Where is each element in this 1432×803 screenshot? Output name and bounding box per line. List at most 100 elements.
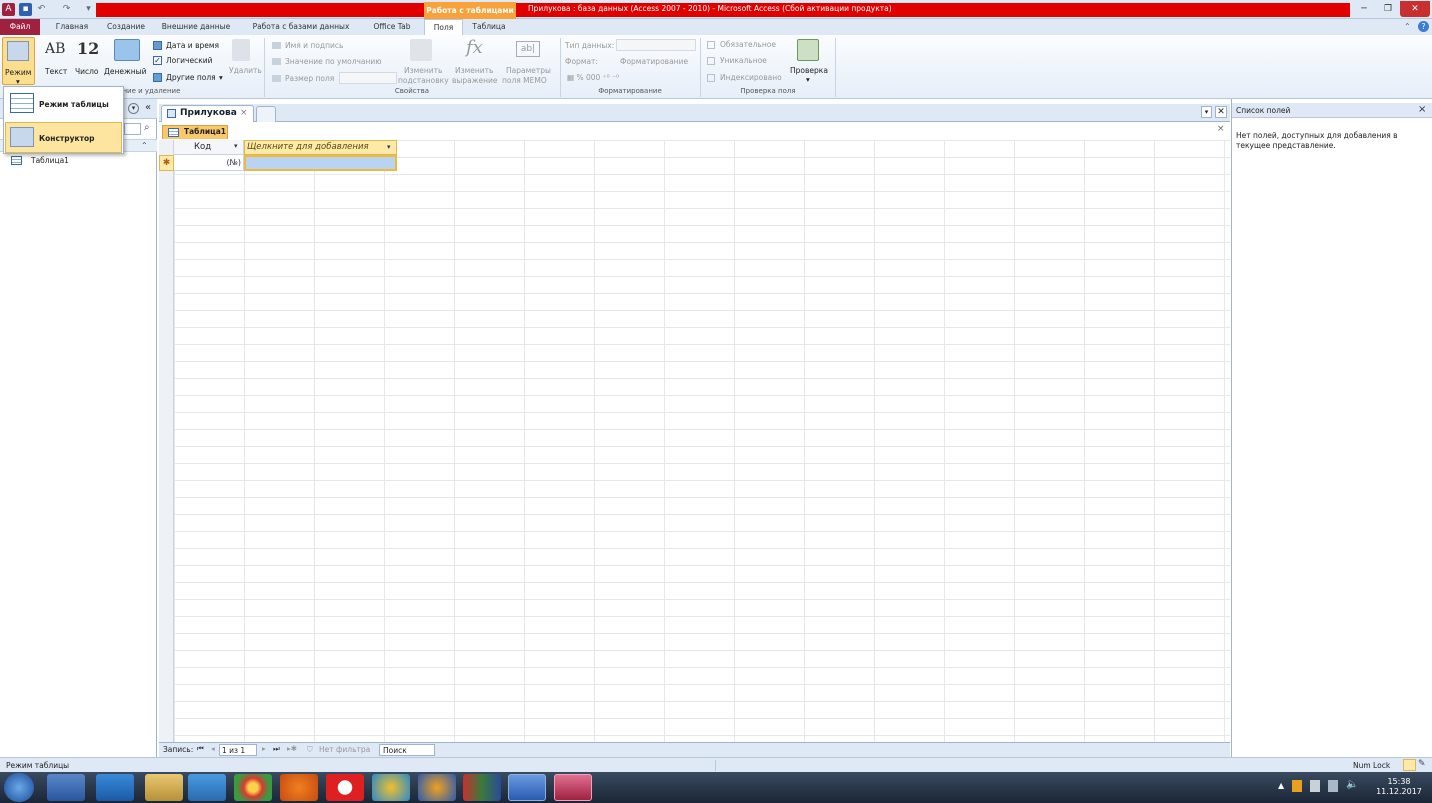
tab-create[interactable]: Создание [100, 19, 152, 35]
taskbar-app-word-icon[interactable] [508, 774, 546, 801]
tab-table[interactable]: Таблица [465, 19, 513, 35]
first-record-icon[interactable]: ⏮ [197, 744, 204, 754]
taskbar-app-player-icon[interactable] [280, 774, 318, 801]
tray-flag-icon[interactable] [1310, 780, 1320, 792]
new-record-icon[interactable]: ✱ [159, 155, 174, 171]
more-fields-button[interactable]: Другие поля [166, 73, 216, 82]
chevron-down-icon[interactable]: ▾ [234, 142, 238, 150]
start-button-icon[interactable] [4, 773, 34, 802]
modify-expression-button[interactable]: Изменить [455, 66, 493, 75]
new-tab-button[interactable] [256, 106, 276, 122]
modify-lookups-button[interactable]: Изменить [404, 66, 442, 75]
cell-new-id: (№) [226, 158, 241, 167]
previous-record-icon[interactable]: ◂ [211, 744, 215, 753]
delete-button[interactable]: Удалить [229, 66, 262, 75]
column-header-add-field[interactable]: Щелкните для добавления ▾ [244, 140, 397, 155]
close-window-icon[interactable]: ✕ [1400, 1, 1430, 17]
taskbar-app-firefox-icon[interactable] [418, 774, 456, 801]
taskbar-app-access-icon[interactable] [554, 774, 592, 801]
new-record-nav-icon[interactable]: ▸✱ [287, 744, 297, 753]
restore-icon[interactable]: ❐ [1376, 1, 1400, 17]
close-tab-icon[interactable]: × [240, 108, 248, 118]
close-pane-icon[interactable]: × [1418, 104, 1426, 115]
nav-menu-icon[interactable]: ▾ [128, 103, 139, 114]
database-icon [167, 109, 176, 118]
customize-quick-access-icon[interactable]: ▾ [82, 3, 95, 16]
chevron-down-icon[interactable]: ▾ [387, 143, 391, 151]
datasheet-view-icon[interactable] [1403, 759, 1416, 771]
access-icon[interactable]: A [2, 3, 15, 16]
list-item[interactable]: Таблица1 [10, 154, 150, 168]
close-document-icon[interactable]: ✕ [1215, 106, 1227, 118]
record-search-input[interactable]: Поиск [379, 744, 435, 756]
column-header-id[interactable]: Код ▾ [174, 140, 244, 155]
memo-settings-button[interactable]: Параметры [506, 66, 551, 75]
tab-object-table1[interactable]: Таблица1 [162, 125, 228, 139]
design-view-icon[interactable]: ✎ [1418, 759, 1430, 771]
collapse-group-icon[interactable]: ⌃ [141, 141, 148, 150]
next-record-icon[interactable]: ▸ [262, 744, 266, 753]
last-record-icon[interactable]: ⏭ [273, 744, 280, 754]
lookup-icon [410, 39, 432, 61]
unique-checkbox[interactable] [707, 57, 715, 65]
taskbar-app-chrome-icon[interactable] [234, 774, 272, 801]
table-icon [11, 156, 22, 165]
name-caption-button[interactable]: Имя и подпись [285, 41, 343, 50]
menu-item-design-view[interactable]: Конструктор [5, 122, 122, 153]
search-icon[interactable]: ⌕ [144, 122, 150, 133]
number-field-button[interactable]: Число [75, 67, 99, 76]
required-checkbox[interactable] [707, 41, 715, 49]
tray-expand-icon[interactable]: ▲ [1278, 781, 1284, 790]
tab-file[interactable]: Файл [0, 19, 40, 35]
current-record-input[interactable]: 1 из 1 [219, 744, 257, 756]
tray-clock[interactable]: 15:38 11.12.2017 [1374, 777, 1424, 797]
mode-button[interactable]: Режим ▾ [2, 37, 35, 86]
taskbar-app-explorer-icon[interactable] [145, 774, 183, 801]
tab-document-prilukova[interactable]: Прилукова × [161, 105, 254, 122]
table-row[interactable]: (№) [174, 155, 244, 171]
minimize-icon[interactable]: ─ [1352, 1, 1376, 17]
tab-home[interactable]: Главная [46, 19, 98, 35]
save-icon[interactable]: ▪ [19, 3, 32, 16]
tray-app-icon[interactable] [1292, 780, 1302, 792]
tray-volume-icon[interactable]: 🔈 [1346, 779, 1358, 790]
data-type-select[interactable] [616, 39, 696, 51]
logical-button[interactable]: Логический [166, 56, 213, 65]
nav-search-input[interactable] [124, 123, 141, 135]
selected-cell[interactable] [244, 155, 397, 171]
close-object-icon[interactable]: × [1217, 124, 1225, 134]
number-format-icons[interactable]: ▦ % 000 ⁺⁰ ⁻⁰ [567, 73, 619, 82]
ribbon-collapse-icon[interactable]: ⌃ [1404, 22, 1411, 31]
taskbar-app-yandex-icon[interactable] [326, 774, 364, 801]
tab-fields[interactable]: Поля [424, 19, 463, 35]
text-field-button[interactable]: Текст [45, 67, 67, 76]
tab-office-tab[interactable]: Office Tab [364, 19, 420, 35]
tab-database-tools[interactable]: Работа с базами данных [242, 19, 360, 35]
validation-button[interactable]: Проверка [790, 66, 828, 75]
field-list-title: Список полей [1236, 106, 1291, 115]
format-select[interactable]: Форматирование [620, 57, 688, 66]
datasheet-grid[interactable] [159, 140, 1230, 742]
redo-icon[interactable]: ↷ [60, 3, 73, 16]
ribbon: Режим ▾ AB Текст 12 Число Денежный Дата … [0, 35, 1432, 99]
undo-icon[interactable]: ↶ [35, 3, 48, 16]
status-mode-text: Режим таблицы [6, 761, 70, 770]
tab-list-chevron-icon[interactable]: ▾ [1201, 106, 1212, 118]
taskbar-app-browser-icon[interactable] [372, 774, 410, 801]
currency-field-button[interactable]: Денежный [104, 67, 146, 76]
indexed-checkbox[interactable] [707, 74, 715, 82]
taskbar-app-media-icon[interactable] [188, 774, 226, 801]
tab-external-data[interactable]: Внешние данные [153, 19, 239, 35]
taskbar-app-word-file-icon[interactable] [47, 774, 85, 801]
date-time-button[interactable]: Дата и время [166, 41, 219, 50]
field-size-input[interactable] [339, 72, 397, 84]
filter-status[interactable]: Нет фильтра [319, 745, 370, 754]
collapse-nav-icon[interactable]: « [145, 102, 151, 113]
taskbar-app-ie-icon[interactable] [96, 774, 134, 801]
menu-item-datasheet-view[interactable]: Режим таблицы [5, 88, 122, 119]
taskbar: ▲ 🔈 15:38 11.12.2017 [0, 772, 1432, 803]
default-value-button[interactable]: Значение по умолчанию [285, 57, 382, 66]
taskbar-app-archiver-icon[interactable] [463, 774, 501, 801]
help-icon[interactable]: ? [1418, 21, 1429, 32]
tray-network-icon[interactable] [1328, 780, 1338, 792]
